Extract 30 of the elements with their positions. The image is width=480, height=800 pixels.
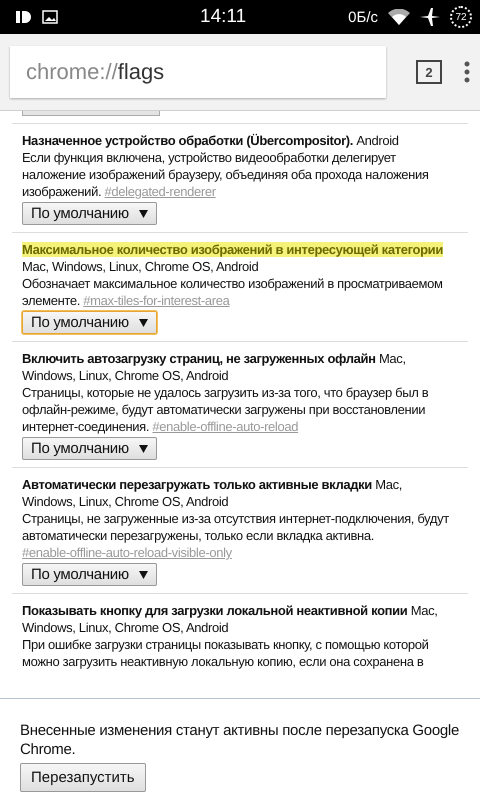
flag-description: Страницы, не загруженные из-за отсутствия интернет-подключения, будут автоматически перезагружены, только если вкладка активна. #enable-offline-auto-reload-visible-only — [22, 510, 450, 561]
flag-heading: Максимальное количество изображений в интересующей категории Mac, Windows, Linux, Chrome OS, Android — [22, 241, 444, 275]
clock: 14:11 — [199, 6, 248, 28]
caret-icon — [138, 210, 148, 218]
flag-heading: Автоматически перезагружать только активные вкладки Mac, Windows, Linux, Chrome OS, Android — [22, 476, 403, 510]
address-bar[interactable]: chrome://flags — [10, 46, 386, 98]
flag-heading: Включить автозагрузку страниц, не загруженных офлайн Mac, Windows, Linux, Chrome OS, Android — [22, 350, 407, 384]
dropdown[interactable]: По умолчанию — [22, 437, 157, 460]
flag-heading: Назначенное устройство обработки (Übercompositor). Android — [22, 132, 400, 149]
network-speed: 0Б/с — [348, 8, 378, 26]
caret-icon — [138, 444, 148, 452]
battery-indicator: 72 — [450, 6, 472, 28]
dropdown[interactable]: По умолчанию — [22, 311, 157, 334]
restart-message: Внесенные изменения станут активны после перезапуска Google Chrome. — [20, 721, 460, 759]
caret-icon — [138, 570, 148, 578]
flag-description: При ошибке загрузки страницы показывать кнопку, с помощью которой можно загрузить неактивную локальную копию, если она сохранена в — [22, 636, 430, 670]
tab-switcher-button[interactable]: 2 — [416, 60, 442, 84]
airplane-icon — [420, 8, 440, 26]
image-icon — [42, 10, 58, 24]
flag-heading: Показывать кнопку для загрузки локальной неактивной копии Mac, Windows, Linux, Chrome OS, Android — [22, 602, 438, 636]
menu-icon[interactable] — [464, 61, 470, 83]
dropdown[interactable]: По умолчанию — [22, 563, 157, 586]
caret-icon — [138, 318, 148, 326]
dropdown[interactable]: По умолчанию — [22, 202, 157, 225]
wifi-icon — [388, 9, 410, 25]
flag-description: Если функция включена, устройство видеообработки делегирует наложение изображений браузеру, объединяя оба прохода наложения изображений. #delegated-renderer — [22, 149, 430, 200]
flag-description: Обозначает максимальное количество изображений в просматриваемом элементе. #max-tiles-for-interest-area — [22, 275, 444, 309]
restart-button[interactable]: Перезапустить — [20, 763, 146, 792]
flag-description: Страницы, которые не удалось загрузить из-за того, что браузер был в офлайн-режиме, будут автоматически загружены при восстановлении интернет-соединения. #enable-offline-auto-reload — [22, 384, 430, 435]
notification-icon — [16, 10, 32, 24]
